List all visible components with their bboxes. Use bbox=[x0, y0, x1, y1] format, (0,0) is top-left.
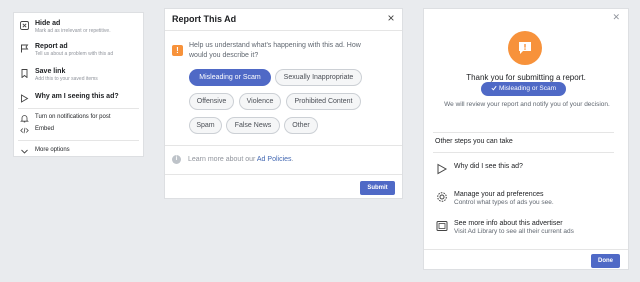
embed-label: Embed bbox=[35, 126, 55, 132]
confirmation-divider bbox=[433, 132, 614, 133]
why-did-i-see-row[interactable]: Why did I see this ad? bbox=[435, 162, 620, 175]
dialog-divider bbox=[165, 145, 402, 146]
bookmark-icon bbox=[20, 69, 29, 78]
warning-icon: ! bbox=[172, 45, 183, 56]
report-message-icon bbox=[508, 31, 542, 65]
menu-divider bbox=[18, 140, 139, 141]
play-arrow-icon bbox=[435, 162, 448, 175]
hide-icon bbox=[20, 21, 29, 30]
close-icon[interactable]: × bbox=[385, 12, 397, 24]
embed-item[interactable]: Embed bbox=[20, 125, 139, 135]
bell-icon bbox=[20, 114, 29, 123]
other-steps-heading: Other steps you can take bbox=[435, 138, 513, 145]
chevron-down-icon bbox=[20, 147, 29, 156]
option-offensive[interactable]: Offensive bbox=[189, 93, 234, 110]
report-confirmation-dialog: ✕ Thank you for submitting a report. Mis… bbox=[423, 8, 629, 270]
confirmation-title: Thank you for submitting a report. bbox=[466, 73, 586, 82]
manage-preferences-description: Control what types of ads you see. bbox=[454, 199, 554, 206]
option-prohibited-content[interactable]: Prohibited Content bbox=[286, 93, 361, 110]
info-icon: i bbox=[172, 155, 181, 164]
option-false-news[interactable]: False News bbox=[226, 117, 280, 134]
dialog-header: Report This Ad × bbox=[165, 9, 402, 31]
save-link-label: Save link bbox=[35, 68, 66, 75]
save-link-description: Add this to your saved items bbox=[35, 76, 98, 82]
confirmation-divider bbox=[433, 152, 614, 153]
selected-reason-badge: Misleading or Scam bbox=[481, 82, 566, 96]
hide-ad-item[interactable]: Hide ad Mark ad as irrelevant or repetit… bbox=[20, 20, 139, 35]
why-seeing-ad-label: Why am I seeing this ad? bbox=[35, 93, 119, 100]
hide-ad-label: Hide ad bbox=[35, 20, 61, 27]
footer-divider bbox=[424, 249, 628, 250]
check-icon bbox=[491, 85, 497, 91]
option-other[interactable]: Other bbox=[284, 117, 318, 134]
dialog-title: Report This Ad bbox=[172, 14, 237, 24]
ad-policies-link[interactable]: Ad Policies bbox=[257, 156, 292, 163]
more-options-item[interactable]: More options bbox=[20, 146, 139, 156]
option-sexually-inappropriate[interactable]: Sexually Inappropriate bbox=[275, 69, 362, 86]
option-misleading-or-scam[interactable]: Misleading or Scam bbox=[189, 69, 271, 86]
advertiser-info-description: Visit Ad Library to see all their curren… bbox=[454, 228, 574, 235]
manage-preferences-label: Manage your ad preferences bbox=[454, 191, 544, 198]
review-notice: We will review your report and notify yo… bbox=[444, 101, 610, 108]
option-violence[interactable]: Violence bbox=[239, 93, 281, 110]
hide-ad-description: Mark ad as irrelevant or repetitive. bbox=[35, 28, 111, 34]
advertiser-info-label: See more info about this advertiser bbox=[454, 220, 563, 227]
why-did-i-see-label: Why did I see this ad? bbox=[454, 163, 523, 170]
badge-label: Misleading or Scam bbox=[498, 85, 557, 92]
notifications-item[interactable]: Turn on notifications for post bbox=[20, 113, 139, 123]
save-link-item[interactable]: Save link Add this to your saved items bbox=[20, 68, 139, 83]
submit-button[interactable]: Submit bbox=[360, 181, 395, 195]
learn-more-text: Learn more about our Ad Policies. bbox=[188, 156, 293, 163]
report-question: Help us understand what's happening with… bbox=[189, 42, 361, 59]
ad-options-menu: Hide ad Mark ad as irrelevant or repetit… bbox=[13, 12, 144, 157]
flag-icon bbox=[20, 44, 29, 53]
done-button[interactable]: Done bbox=[591, 254, 620, 268]
code-icon bbox=[20, 126, 29, 135]
manage-preferences-row[interactable]: Manage your ad preferences Control what … bbox=[435, 190, 620, 207]
close-icon[interactable]: ✕ bbox=[612, 12, 620, 23]
ad-library-icon bbox=[435, 219, 448, 232]
report-ad-description: Tell us about a problem with this ad bbox=[35, 51, 114, 57]
report-ad-label: Report ad bbox=[35, 43, 68, 50]
gear-icon bbox=[435, 190, 448, 203]
notifications-label: Turn on notifications for post bbox=[35, 114, 111, 120]
learn-more-suffix: . bbox=[291, 156, 294, 163]
menu-divider bbox=[18, 108, 139, 109]
more-options-label: More options bbox=[35, 147, 70, 153]
report-ad-item[interactable]: Report ad Tell us about a problem with t… bbox=[20, 43, 139, 58]
option-spam[interactable]: Spam bbox=[189, 117, 222, 134]
advertiser-info-row[interactable]: See more info about this advertiser Visi… bbox=[435, 219, 620, 236]
why-seeing-ad-item[interactable]: Why am I seeing this ad? bbox=[20, 93, 139, 103]
report-ad-dialog: Report This Ad × ! Help us understand wh… bbox=[164, 8, 403, 199]
dialog-footer-divider bbox=[165, 174, 402, 175]
play-arrow-icon bbox=[20, 94, 29, 103]
learn-more-prefix: Learn more about our bbox=[188, 156, 257, 163]
